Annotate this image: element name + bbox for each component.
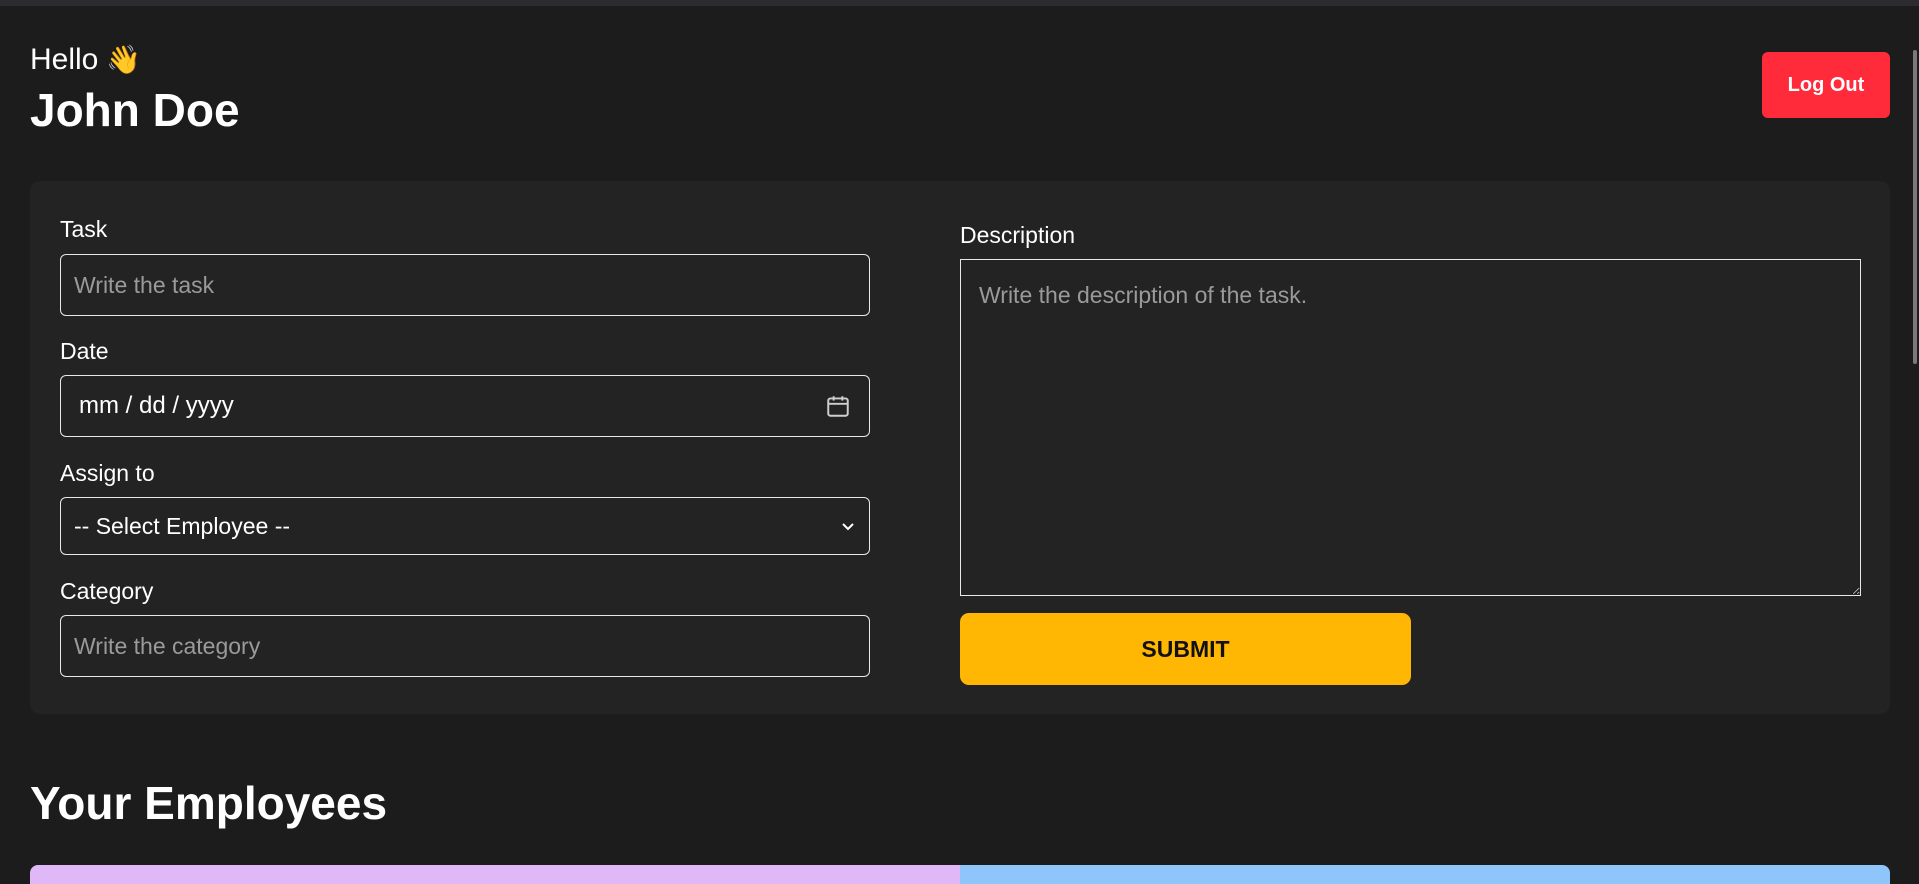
user-name: John Doe <box>30 84 240 136</box>
task-input[interactable] <box>60 254 870 316</box>
description-label: Description <box>960 222 1076 248</box>
task-label: Task <box>60 216 108 242</box>
employees-section-title: Your Employees <box>30 777 388 829</box>
category-input[interactable] <box>60 615 870 677</box>
create-task-form: Task Date mm / dd / yyyy Assign to -- Se… <box>30 181 1890 714</box>
calendar-icon[interactable] <box>825 393 851 419</box>
top-border <box>0 0 1919 6</box>
date-input[interactable]: mm / dd / yyyy <box>60 375 870 437</box>
page-header: Hello 👋 John Doe Log Out <box>30 42 1890 136</box>
date-format-text: mm / dd / yyyy <box>79 392 234 419</box>
vertical-scrollbar[interactable] <box>1913 50 1917 364</box>
submit-button[interactable]: SUBMIT <box>960 613 1411 685</box>
employee-card[interactable] <box>960 865 1890 884</box>
employee-cards <box>30 865 1890 884</box>
category-label: Category <box>60 578 154 604</box>
logout-button[interactable]: Log Out <box>1762 52 1890 118</box>
greeting: Hello 👋 <box>30 42 141 78</box>
description-textarea[interactable] <box>960 259 1861 596</box>
employee-select[interactable]: -- Select Employee -- <box>60 497 870 555</box>
employee-select-value: -- Select Employee -- <box>74 512 291 539</box>
greeting-text: Hello <box>30 43 99 76</box>
assign-to-label: Assign to <box>60 460 155 486</box>
waving-hand-icon: 👋 <box>106 44 142 75</box>
chevron-down-icon <box>840 518 856 534</box>
date-label: Date <box>60 338 109 364</box>
employee-card[interactable] <box>30 865 960 884</box>
